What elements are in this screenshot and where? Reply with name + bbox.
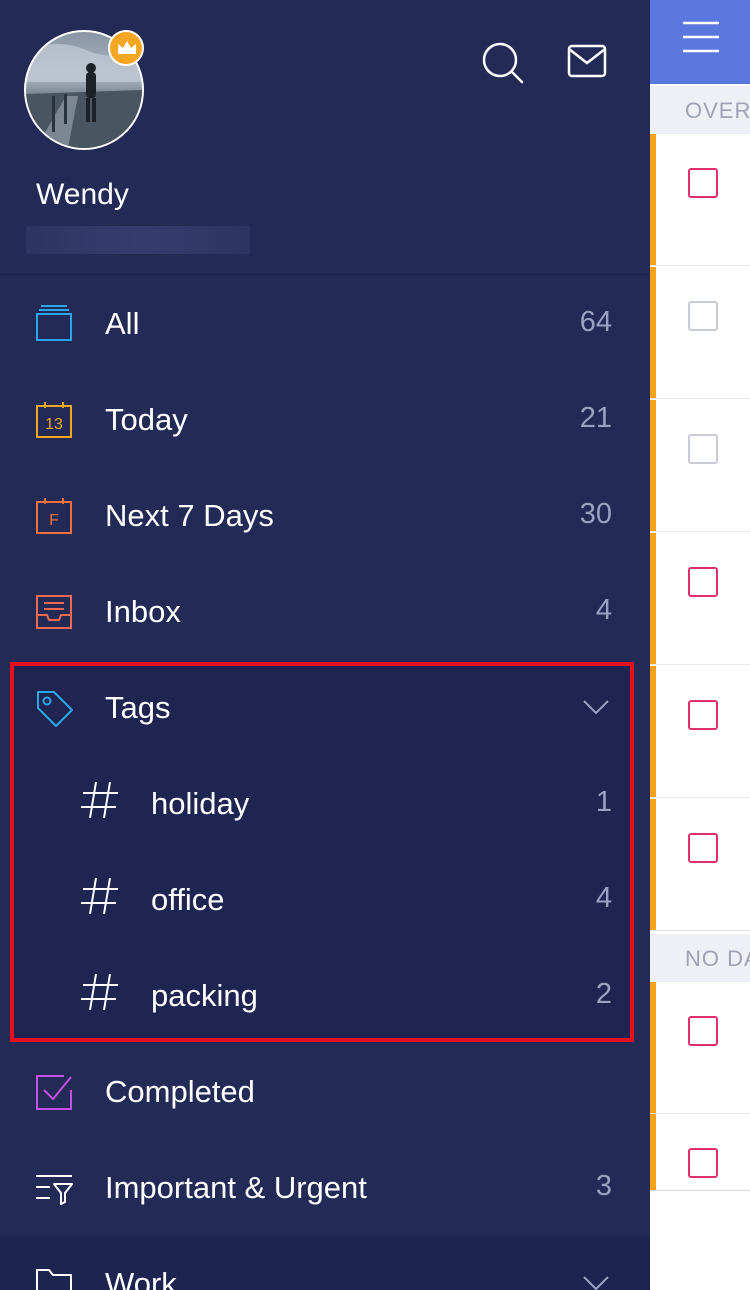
nav-item-count: 4 bbox=[595, 594, 612, 626]
user-name: Wendy bbox=[36, 178, 129, 211]
priority-bar bbox=[650, 400, 656, 531]
nav-item-count: 64 bbox=[579, 306, 612, 338]
nav-item-count: 30 bbox=[579, 498, 612, 530]
calendar-week-icon: F bbox=[36, 498, 72, 534]
task-checkbox[interactable] bbox=[688, 434, 718, 464]
nav-item-today[interactable]: 13 Today 21 bbox=[0, 372, 650, 468]
task-row[interactable] bbox=[650, 267, 750, 399]
task-checkbox[interactable] bbox=[688, 301, 718, 331]
calendar-today-icon: 13 bbox=[36, 402, 72, 438]
hashtag-icon bbox=[81, 781, 118, 819]
task-row[interactable] bbox=[650, 799, 750, 931]
task-checkbox[interactable] bbox=[688, 700, 718, 730]
tag-item-office[interactable]: office 4 bbox=[0, 852, 650, 948]
priority-bar bbox=[650, 267, 656, 398]
tag-count: 1 bbox=[595, 786, 612, 818]
filter-list-icon bbox=[36, 1175, 73, 1205]
nav-item-inbox[interactable]: Inbox 4 bbox=[0, 564, 650, 660]
nav-item-label: Next 7 Days bbox=[105, 498, 274, 533]
nav-item-label: Important & Urgent bbox=[105, 1170, 367, 1205]
nav-item-count: 21 bbox=[579, 402, 612, 434]
section-header-label: OVER bbox=[685, 98, 750, 123]
chevron-down-icon[interactable] bbox=[582, 698, 610, 716]
nav-item-count: 3 bbox=[595, 1170, 612, 1202]
section-header-label: NO DA bbox=[685, 946, 750, 971]
calendar-day-number: 13 bbox=[45, 416, 63, 433]
redacted-email bbox=[26, 226, 250, 254]
priority-bar bbox=[650, 666, 656, 797]
checkbox-checked-icon bbox=[36, 1075, 72, 1110]
tray-icon bbox=[36, 595, 72, 629]
tag-label: packing bbox=[151, 978, 258, 1013]
task-checkbox[interactable] bbox=[688, 168, 718, 198]
tag-icon bbox=[37, 691, 73, 727]
task-row[interactable] bbox=[650, 982, 750, 1114]
chevron-down-icon[interactable] bbox=[582, 1274, 610, 1290]
tag-item-packing[interactable]: packing 2 bbox=[0, 948, 650, 1044]
priority-bar bbox=[650, 533, 656, 664]
tag-count: 2 bbox=[595, 978, 612, 1010]
hamburger-menu-icon[interactable] bbox=[682, 20, 720, 54]
task-checkbox[interactable] bbox=[688, 1016, 718, 1046]
task-checkbox[interactable] bbox=[688, 567, 718, 597]
nav-item-tags[interactable]: Tags bbox=[0, 660, 650, 756]
priority-bar bbox=[650, 799, 656, 930]
task-row[interactable] bbox=[650, 134, 750, 266]
nav-item-label: Today bbox=[105, 402, 188, 437]
nav-item-work[interactable]: Work bbox=[0, 1236, 650, 1290]
tag-label: office bbox=[151, 882, 225, 917]
premium-crown-icon bbox=[108, 30, 144, 66]
nav-item-label: Work bbox=[105, 1266, 177, 1290]
divider bbox=[0, 274, 650, 275]
section-header-no-date: NO DA bbox=[650, 934, 750, 982]
section-header-overdue: OVER bbox=[650, 86, 750, 134]
inbox-stack-icon bbox=[36, 305, 72, 341]
task-list-toolbar bbox=[650, 0, 750, 84]
task-row[interactable] bbox=[650, 666, 750, 798]
search-icon[interactable] bbox=[480, 40, 524, 84]
nav-item-completed[interactable]: Completed bbox=[0, 1044, 650, 1140]
hashtag-icon bbox=[81, 973, 118, 1011]
folder-icon bbox=[36, 1269, 72, 1290]
tag-count: 4 bbox=[595, 882, 612, 914]
nav-item-label: Inbox bbox=[105, 594, 181, 629]
priority-bar bbox=[650, 982, 656, 1113]
tag-item-holiday[interactable]: holiday 1 bbox=[0, 756, 650, 852]
nav-item-important-urgent[interactable]: Important & Urgent 3 bbox=[0, 1140, 650, 1236]
nav-item-all[interactable]: All 64 bbox=[0, 276, 650, 372]
divider bbox=[650, 1190, 750, 1191]
nav-item-label: Completed bbox=[105, 1074, 255, 1109]
nav-item-label: Tags bbox=[105, 690, 171, 725]
task-list-panel: OVER NO DA bbox=[650, 0, 750, 1290]
navigation-drawer: Wendy All 64 13 Today 21 F Next 7 Days 3… bbox=[0, 0, 650, 1290]
tag-label: holiday bbox=[151, 786, 250, 821]
priority-bar bbox=[650, 134, 656, 265]
mail-icon[interactable] bbox=[566, 40, 610, 84]
priority-bar bbox=[650, 1114, 656, 1190]
task-checkbox[interactable] bbox=[688, 833, 718, 863]
task-row[interactable] bbox=[650, 533, 750, 665]
task-checkbox[interactable] bbox=[688, 1148, 718, 1178]
calendar-weekday-letter: F bbox=[49, 512, 59, 529]
nav-item-next-7-days[interactable]: F Next 7 Days 30 bbox=[0, 468, 650, 564]
nav-item-label: All bbox=[105, 306, 140, 341]
task-row[interactable] bbox=[650, 400, 750, 532]
task-row[interactable] bbox=[650, 1114, 750, 1191]
hashtag-icon bbox=[81, 877, 118, 915]
